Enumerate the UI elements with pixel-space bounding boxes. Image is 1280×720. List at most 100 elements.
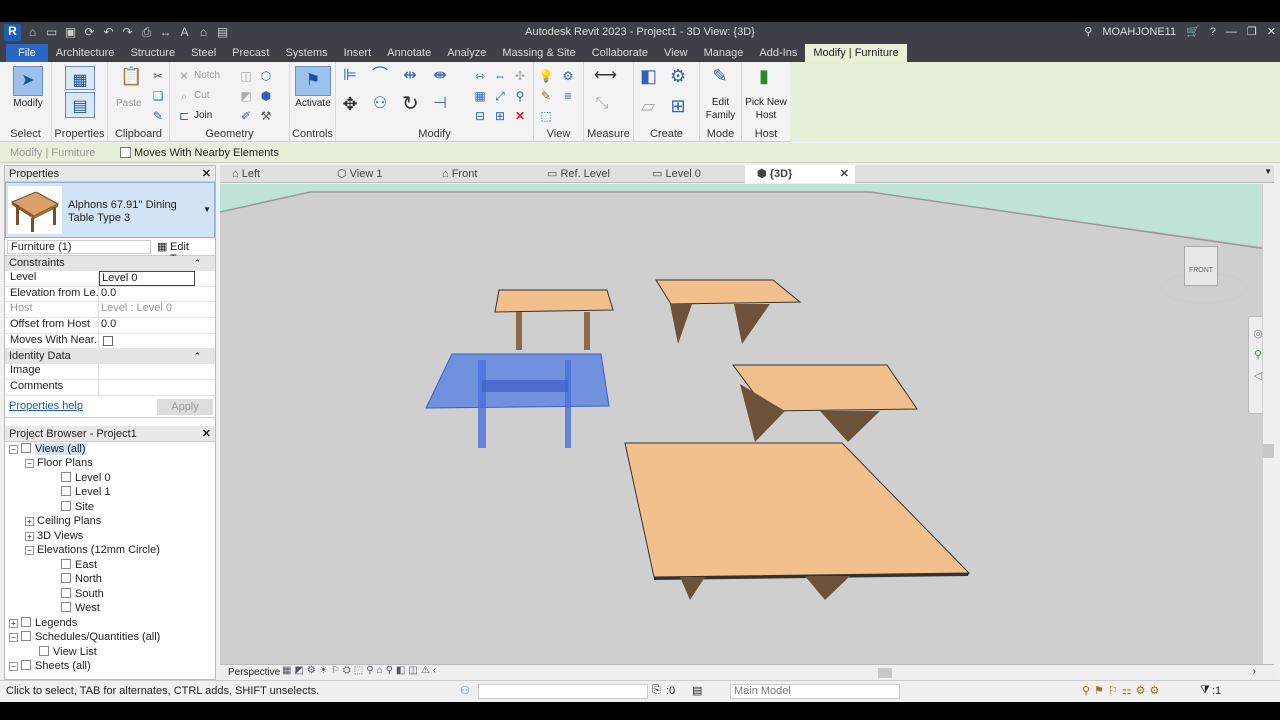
vertical-scroll-thumb[interactable] [1263, 444, 1274, 458]
hammer-icon[interactable]: ⚒ [258, 108, 274, 124]
cut-geometry-icon[interactable]: ⌕ [176, 88, 192, 104]
collapse-icon[interactable]: − [9, 662, 18, 672]
trim-multiple-icon[interactable]: ⊟ [472, 108, 488, 124]
notch-icon[interactable]: ✕ [176, 68, 192, 84]
create-group-icon[interactable]: ▱ [640, 97, 656, 115]
mirror-draw-icon[interactable]: ⇼ [432, 68, 448, 84]
expand-icon[interactable]: + [25, 517, 34, 527]
table-3[interactable] [732, 364, 918, 442]
align-icon[interactable]: ⊫ [342, 68, 358, 84]
tab-list-icon[interactable]: ▼ [1264, 167, 1272, 176]
prop-row-offset[interactable]: Offset from Host 0.0 [5, 318, 215, 334]
view-tab-front[interactable]: ⌂ Front [430, 165, 535, 183]
constraints-section[interactable]: Constraints ⌃ [5, 256, 215, 271]
prop-row-level[interactable]: Level Level 0 [5, 271, 215, 287]
tree-item[interactable]: − Views (all) [9, 442, 215, 457]
join-icon[interactable]: ⊏ [176, 108, 192, 124]
override-graphics-icon[interactable]: ✎ [538, 88, 554, 104]
tab-file[interactable]: File [6, 44, 48, 62]
instance-filter-dropdown[interactable]: Furniture (1) [7, 240, 151, 254]
tree-item[interactable]: − Elevations (12mm Circle) [9, 543, 215, 558]
tab-insert[interactable]: Insert [336, 44, 380, 62]
tree-item[interactable]: − Floor Plans [9, 456, 215, 471]
minimize-icon[interactable]: — [1226, 26, 1237, 38]
scale-icon[interactable]: ⤢ [492, 88, 508, 104]
measure-distance-icon[interactable]: ⟷ [594, 68, 617, 84]
close-window-icon[interactable]: ✕ [1267, 25, 1276, 38]
apply-button[interactable]: Apply [157, 398, 213, 415]
collapse-constraints-icon[interactable]: ⌃ [193, 256, 201, 271]
type-dropdown-icon[interactable]: ▼ [203, 205, 211, 214]
table-selected[interactable] [425, 353, 610, 448]
tree-item[interactable]: Level 1 [9, 485, 215, 500]
tree-item[interactable]: + Legends [9, 616, 215, 631]
tab-add-ins[interactable]: Add-Ins [751, 44, 805, 62]
wall-join-icon[interactable]: ◫ [238, 68, 254, 84]
tree-item[interactable]: − Schedules/Quantities (all) [9, 630, 215, 645]
move-icon[interactable]: ✥ [342, 95, 358, 113]
comments-value[interactable] [99, 380, 215, 395]
view-control-icons[interactable]: ▦◩⚙☀⚐⛭⬚⚲⌂⚲◧◫⚠‹ [282, 665, 439, 676]
tab-modify-furniture[interactable]: Modify | Furniture [805, 44, 907, 62]
delete-icon[interactable]: ✕ [512, 108, 528, 124]
unpin-icon[interactable]: ✣ [512, 68, 528, 84]
type-selector[interactable]: Alphons 67.91'' Dining Table Type 3 ▼ [5, 182, 215, 238]
view-tab-3d[interactable]: ⬢ {3D} ✕ [745, 165, 855, 183]
demolish-icon[interactable]: ⬢ [258, 88, 274, 104]
identity-section[interactable]: Identity Data ⌃ [5, 349, 215, 365]
mirror-axis-icon[interactable]: ⇹ [402, 68, 418, 84]
offset-icon[interactable]: ⌒ [372, 68, 388, 84]
linework-icon[interactable]: ≡ [560, 88, 576, 104]
elevation-value[interactable]: 0.0 [99, 287, 215, 302]
paint-icon[interactable]: ✐ [238, 108, 254, 124]
tab-annotate[interactable]: Annotate [379, 44, 439, 62]
horizontal-scroll-thumb[interactable] [878, 668, 892, 678]
viewcube[interactable]: FRONT [1160, 242, 1248, 308]
cart-icon[interactable]: 🛒 [1186, 25, 1200, 38]
tree-item[interactable]: Site [9, 500, 215, 515]
split-face-icon[interactable]: ◩ [238, 88, 254, 104]
close-properties-icon[interactable]: ✕ [202, 166, 211, 182]
tab-architecture[interactable]: Architecture [48, 44, 123, 62]
create-similar-icon[interactable]: ⊞ [670, 97, 686, 115]
selection-box-icon[interactable]: ⬚ [538, 108, 554, 124]
design-option-dropdown[interactable]: Main Model [730, 684, 900, 699]
close-tab-icon[interactable]: ✕ [840, 165, 849, 183]
tree-item[interactable]: West [9, 601, 215, 616]
tab-manage[interactable]: Manage [696, 44, 752, 62]
user-name[interactable]: MOAHJONE11 [1102, 26, 1176, 38]
prop-row-elevation[interactable]: Elevation from Le... 0.0 [5, 286, 215, 303]
collapse-identity-icon[interactable]: ⌃ [193, 349, 201, 364]
viewcube-face[interactable]: FRONT [1184, 246, 1218, 286]
help-icon[interactable]: ? [1210, 26, 1216, 38]
prop-row-comments[interactable]: Comments [5, 380, 215, 396]
edit-family-button[interactable]: Edit Family [700, 96, 741, 122]
expand-icon[interactable]: + [9, 618, 18, 628]
binoculars-icon[interactable]: ⚲ [1084, 25, 1092, 38]
array-icon[interactable]: ▦ [472, 88, 488, 104]
tree-item[interactable]: East [9, 558, 215, 573]
scroll-right-icon[interactable]: › [1253, 666, 1256, 677]
view-tab-left[interactable]: ⌂ Left [220, 165, 325, 183]
tab-systems[interactable]: Systems [277, 44, 335, 62]
view-tab-ref-level[interactable]: ▭ Ref. Level [535, 165, 640, 183]
extend-icon[interactable]: ⊞ [492, 108, 508, 124]
tab-collaborate[interactable]: Collaborate [584, 44, 656, 62]
moves-with-checkbox[interactable] [103, 335, 113, 346]
activate-button[interactable]: ⚑ Activate [294, 66, 332, 109]
create-assembly-icon[interactable]: ◧ [640, 67, 657, 85]
tree-item[interactable]: View List [9, 645, 215, 660]
dimension-icon[interactable]: ⤡ [594, 96, 610, 112]
table-4[interactable] [624, 442, 971, 600]
close-browser-icon[interactable]: ✕ [202, 426, 211, 442]
prop-row-image[interactable]: Image [5, 364, 215, 381]
tree-item[interactable]: Level 0 [9, 471, 215, 486]
workset-dropdown[interactable] [478, 684, 648, 699]
collapse-icon[interactable]: − [9, 444, 18, 454]
worksets-icon[interactable]: ⚇ [460, 684, 470, 697]
expand-icon[interactable]: + [25, 531, 34, 541]
filter-icon[interactable]: ⧩ [1200, 684, 1210, 697]
tab-precast[interactable]: Precast [224, 44, 277, 62]
pin-icon[interactable]: ⚲ [512, 88, 528, 104]
geometry-split-icon[interactable]: ⬡ [258, 68, 274, 84]
